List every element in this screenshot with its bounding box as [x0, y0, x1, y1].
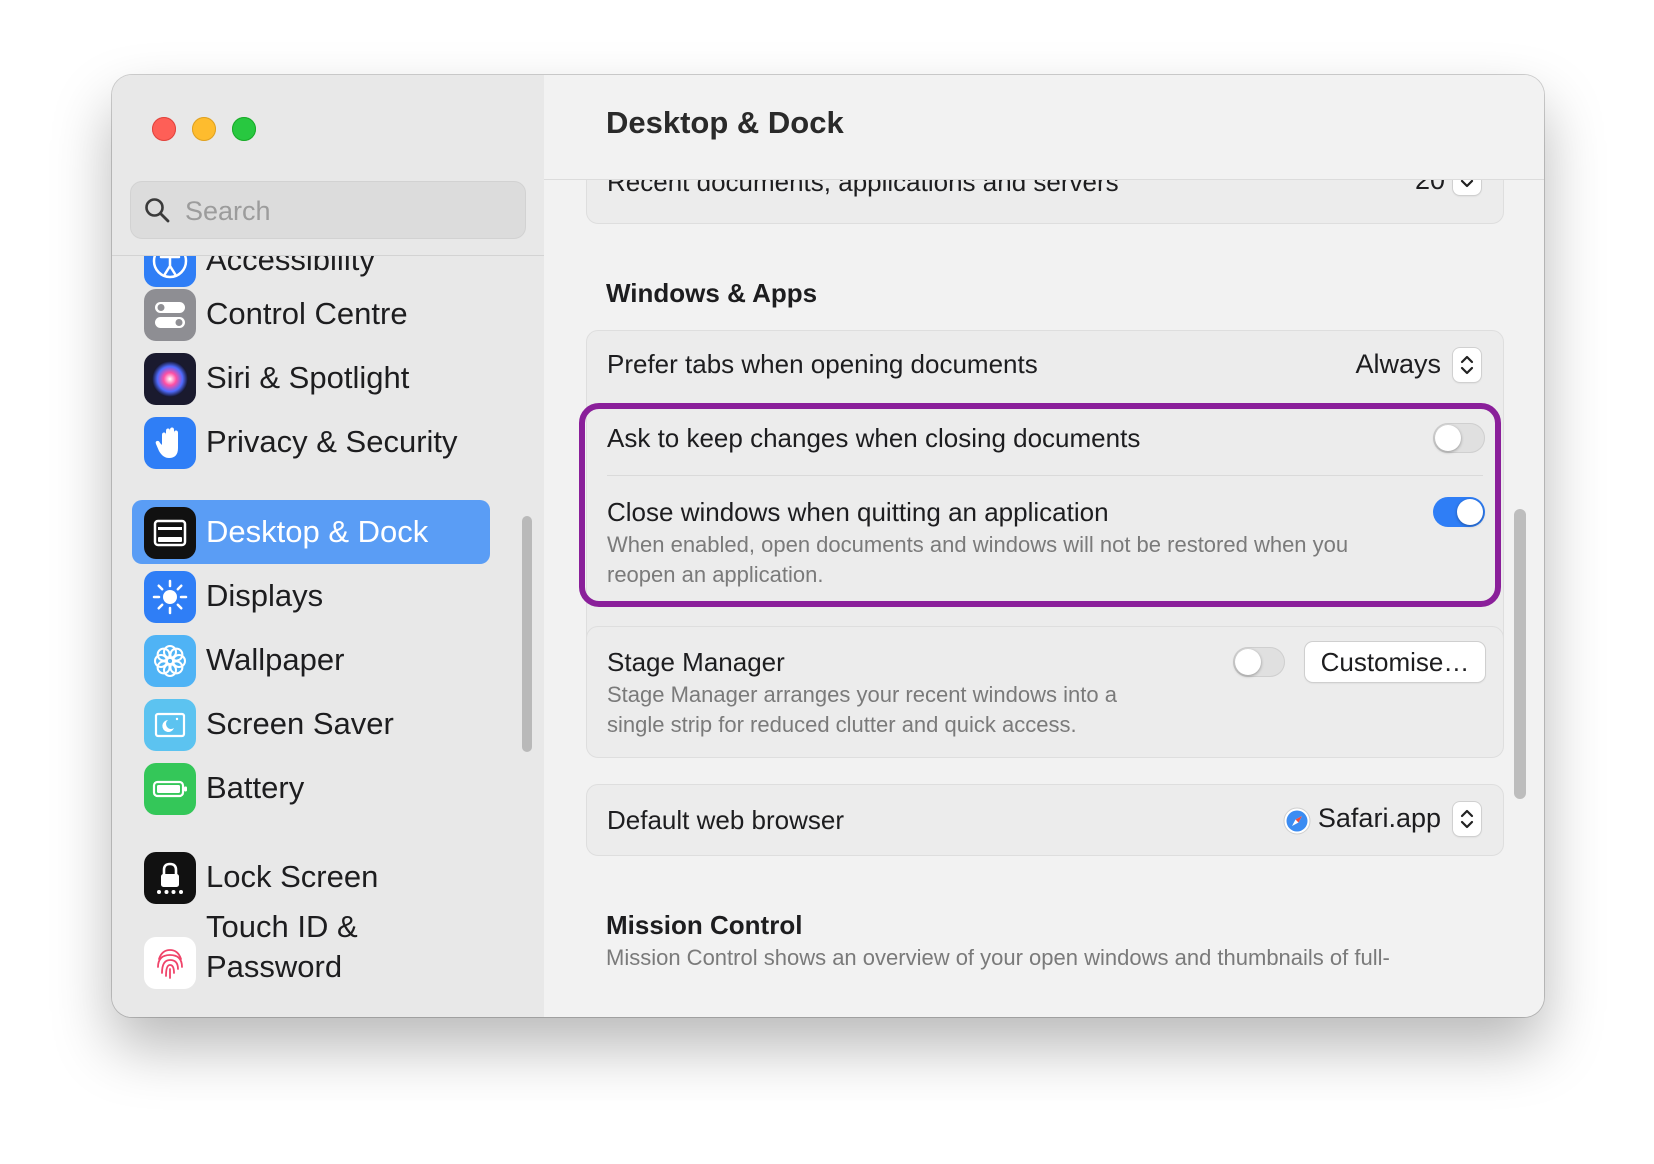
battery-icon — [144, 763, 196, 815]
maximize-window-button[interactable] — [232, 117, 256, 141]
sidebar-item-battery[interactable]: Battery — [132, 756, 490, 820]
page-title: Desktop & Dock — [606, 105, 844, 140]
close-windows-label: Close windows when quitting an applicati… — [607, 497, 1109, 527]
chevron-updown-icon — [1460, 355, 1474, 375]
stage-manager-label: Stage Manager — [607, 647, 785, 677]
sidebar-item-label: Privacy & Security — [206, 424, 458, 459]
search-icon — [145, 198, 170, 223]
titlebar: Desktop & Dock — [544, 75, 1544, 180]
prefer-tabs-popup[interactable] — [1453, 348, 1481, 382]
search-input[interactable] — [183, 182, 517, 240]
windows-apps-title: Windows & Apps — [606, 278, 818, 308]
sidebar-scrollbar[interactable] — [522, 516, 532, 752]
customise-button[interactable]: Customise… — [1305, 642, 1485, 682]
sidebar-item-lock-screen[interactable]: Lock Screen — [132, 845, 490, 909]
sidebar-item-wallpaper[interactable]: Wallpaper — [132, 628, 490, 692]
default-browser-label: Default web browser — [607, 805, 844, 835]
recent-items-card: Recent documents, applications and serve… — [586, 180, 1504, 224]
chevron-updown-icon — [1460, 809, 1474, 829]
recent-items-stepper[interactable] — [1453, 180, 1481, 195]
close-windows-description: When enabled, open documents and windows… — [607, 532, 1349, 557]
main-pane: Desktop & Dock Recent documents, applica… — [544, 75, 1544, 1017]
close-windows-description-2: reopen an application. — [607, 562, 824, 587]
recent-items-value: 20 — [1414, 180, 1445, 195]
siri-icon — [144, 353, 196, 405]
ask-keep-changes-toggle[interactable] — [1433, 423, 1485, 453]
sidebar-item-label: Siri & Spotlight — [206, 360, 410, 395]
sidebar-item-label: Screen Saver — [206, 706, 394, 741]
control-centre-icon — [144, 289, 196, 341]
minimize-window-button[interactable] — [192, 117, 216, 141]
close-windows-toggle[interactable] — [1433, 497, 1485, 527]
sidebar-item-label: Displays — [206, 578, 324, 613]
lock-icon — [144, 852, 196, 904]
sidebar-item-label: Touch ID & — [206, 909, 358, 944]
stage-manager-description: Stage Manager arranges your recent windo… — [607, 682, 1117, 707]
sidebar: Accessibility Control Centre Siri & Spot… — [112, 75, 545, 1017]
sidebar-item-control-centre[interactable]: Control Centre — [132, 282, 490, 346]
sidebar-item-label: Wallpaper — [206, 642, 345, 677]
default-browser-card: Default web browser Safari.app — [586, 784, 1504, 856]
stage-manager-description-2: single strip for reduced clutter and qui… — [607, 712, 1077, 737]
prefer-tabs-value[interactable]: Always — [1355, 349, 1441, 380]
recent-items-label: Recent documents, applications and serve… — [607, 180, 1119, 197]
ask-keep-changes-label: Ask to keep changes when closing documen… — [607, 423, 1141, 453]
chevron-updown-icon — [1460, 180, 1474, 188]
sidebar-item-label: Control Centre — [206, 296, 408, 331]
fingerprint-icon — [144, 937, 196, 989]
screen-saver-icon — [144, 699, 196, 751]
hand-icon — [144, 417, 196, 469]
mission-control-description: Mission Control shows an overview of you… — [606, 945, 1390, 970]
sun-icon — [144, 571, 196, 623]
default-browser-popup[interactable] — [1453, 802, 1481, 836]
sidebar-item-label: Battery — [206, 770, 305, 805]
row-separator — [607, 475, 1483, 476]
sidebar-item-label: Desktop & Dock — [206, 514, 429, 549]
default-browser-value[interactable]: Safari.app — [1318, 803, 1441, 834]
sidebar-item-label: Lock Screen — [206, 859, 379, 894]
sidebar-item-siri-spotlight[interactable]: Siri & Spotlight — [132, 346, 490, 410]
main-scrollbar[interactable] — [1514, 509, 1526, 799]
sidebar-item-screen-saver[interactable]: Screen Saver — [132, 692, 490, 756]
sidebar-item-displays[interactable]: Displays — [132, 564, 490, 628]
safari-icon — [1283, 807, 1311, 835]
sidebar-item-touch-id[interactable]: Touch ID & Password — [132, 909, 490, 1011]
close-window-button[interactable] — [152, 117, 176, 141]
sidebar-item-desktop-dock[interactable]: Desktop & Dock — [132, 500, 490, 564]
flower-icon — [144, 635, 196, 687]
search-box[interactable] — [130, 181, 526, 240]
mission-control-title: Mission Control — [606, 910, 803, 940]
sidebar-item-privacy-security[interactable]: Privacy & Security — [132, 410, 490, 474]
prefer-tabs-label: Prefer tabs when opening documents — [607, 349, 1038, 379]
settings-content: Recent documents, applications and serve… — [544, 180, 1544, 1017]
dock-icon — [144, 507, 196, 559]
sidebar-item-label-line2: Password — [206, 949, 343, 984]
sidebar-list: Accessibility Control Centre Siri & Spot… — [112, 256, 544, 1017]
stage-manager-toggle[interactable] — [1233, 647, 1285, 677]
stage-manager-card: Stage Manager Stage Manager arranges you… — [586, 626, 1504, 758]
settings-window: Accessibility Control Centre Siri & Spot… — [112, 75, 1544, 1017]
